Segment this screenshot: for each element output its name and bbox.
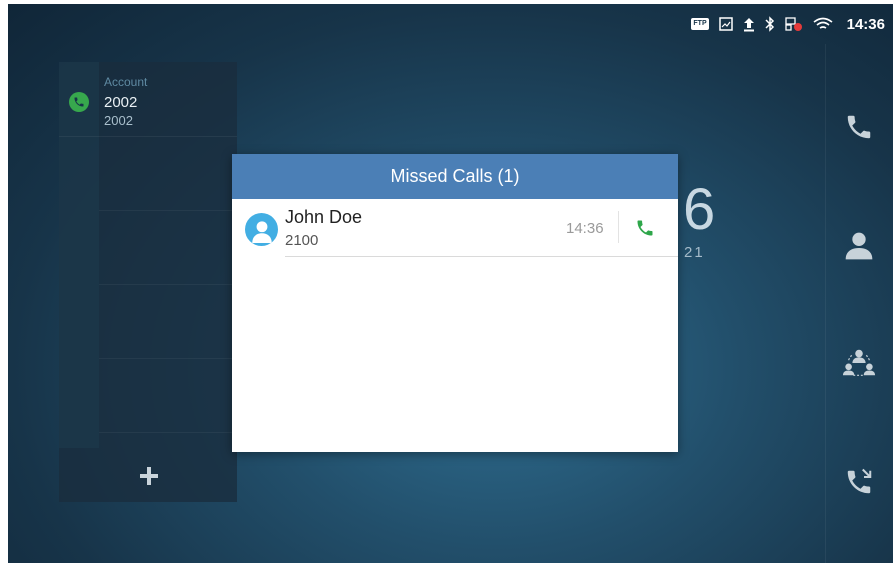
call-time: 14:36 xyxy=(566,220,604,237)
network-icon xyxy=(784,16,803,32)
account-divider xyxy=(99,210,237,211)
phone-icon xyxy=(847,115,871,139)
account-panel: Account 2002 2002 xyxy=(59,62,237,502)
conference-icon xyxy=(842,349,876,376)
dock-call-history-button[interactable] xyxy=(842,465,876,499)
account-caption: Account xyxy=(104,75,148,89)
account-number: 2002 xyxy=(104,113,133,128)
row-divider xyxy=(285,256,678,257)
missed-call-row[interactable]: John Doe 2100 14:36 xyxy=(232,199,678,261)
account-name: 2002 xyxy=(104,94,138,111)
bluetooth-icon xyxy=(765,16,775,32)
image-icon xyxy=(718,16,733,32)
phone-icon xyxy=(69,92,89,112)
call-history-icon xyxy=(847,468,872,494)
account-divider xyxy=(99,284,237,285)
avatar xyxy=(245,213,278,246)
upload-icon xyxy=(743,16,755,32)
ftp-icon: FTP xyxy=(691,16,709,32)
right-dock xyxy=(825,44,893,563)
account-divider xyxy=(99,432,237,433)
status-clock: 14:36 xyxy=(846,15,885,33)
plus-icon xyxy=(140,467,158,485)
missed-calls-dialog: Missed Calls (1) John Doe 2100 14:36 xyxy=(232,154,678,452)
phone-icon xyxy=(637,220,653,236)
contacts-icon xyxy=(845,232,873,260)
background-clock: 6 xyxy=(683,177,716,242)
caller-number: 2100 xyxy=(285,232,319,249)
contact-avatar-icon xyxy=(251,220,272,243)
dialog-title: Missed Calls (1) xyxy=(232,154,678,199)
add-account-button[interactable] xyxy=(137,464,161,488)
dock-phone-button[interactable] xyxy=(842,110,876,144)
home-screen: FTP 14:36 Account 2002 2002 6 21 Missed … xyxy=(8,4,893,563)
dock-conference-button[interactable] xyxy=(842,346,876,380)
wifi-icon xyxy=(813,16,833,32)
account-divider xyxy=(99,358,237,359)
background-date: 21 xyxy=(684,244,705,261)
callback-button[interactable] xyxy=(632,215,658,241)
account-item[interactable]: Account 2002 2002 xyxy=(59,62,237,137)
status-bar: FTP 14:36 xyxy=(8,4,893,44)
dock-contacts-button[interactable] xyxy=(842,229,876,263)
caller-name: John Doe xyxy=(285,207,363,227)
divider xyxy=(618,211,619,243)
ftp-label: FTP xyxy=(691,18,709,30)
